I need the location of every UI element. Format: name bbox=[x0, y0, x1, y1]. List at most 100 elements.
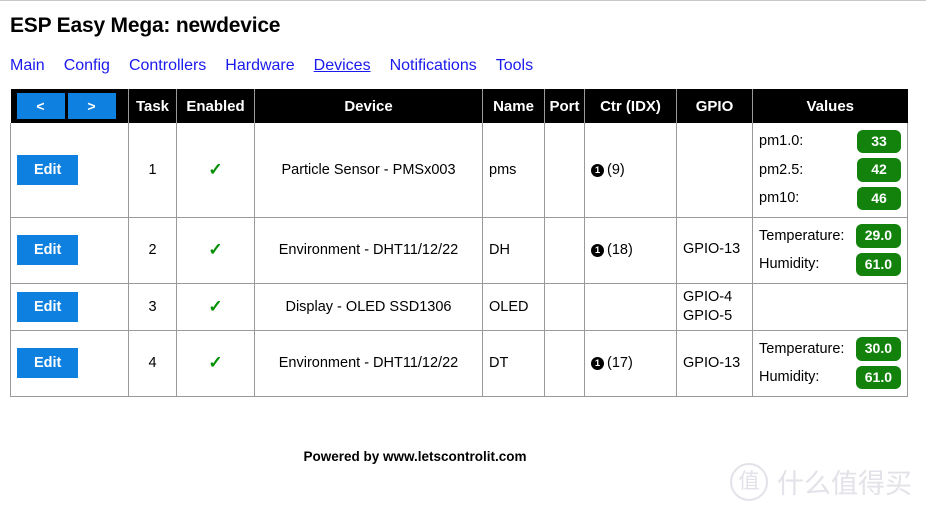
cell-values: Temperature: 30.0 Humidity: 61.0 bbox=[752, 330, 908, 397]
value-badge: 33 bbox=[857, 129, 901, 153]
cell-enabled: ✓ bbox=[176, 217, 255, 284]
table-row: Edit 3 ✓ Display - OLED SSD1306 OLED GPIO-4 GP… bbox=[10, 283, 908, 331]
edit-button[interactable]: Edit bbox=[17, 154, 79, 185]
cell-gpio: GPIO-4 GPIO-5 bbox=[676, 283, 753, 331]
cell-port bbox=[544, 123, 585, 218]
nav-link-hardware[interactable]: Hardware bbox=[225, 57, 294, 74]
nav-link-controllers[interactable]: Controllers bbox=[129, 57, 206, 74]
column-header-values: Values bbox=[752, 89, 908, 123]
column-header-gpio: GPIO bbox=[676, 89, 753, 123]
check-icon: ✓ bbox=[208, 353, 223, 373]
value-row: Temperature: 30.0 bbox=[759, 335, 901, 364]
cell-port bbox=[544, 283, 585, 331]
page-title: ESP Easy Mega: newdevice bbox=[10, 14, 281, 37]
value-badge: 42 bbox=[857, 158, 901, 182]
page-container: ESP Easy Mega: newdevice Main Config Contr… bbox=[0, 14, 926, 464]
table-row: Edit 4 ✓ Environment - DHT11/12/22 DT 1 (17) GP… bbox=[10, 330, 908, 397]
value-row: pm2.5: 42 bbox=[759, 156, 901, 185]
value-row: Temperature: 29.0 bbox=[759, 222, 901, 251]
controller-number-icon: 1 bbox=[591, 357, 604, 371]
column-header-ctr: Ctr (IDX) bbox=[584, 89, 677, 123]
nav-link-devices[interactable]: Devices bbox=[314, 57, 371, 74]
cell-name: OLED bbox=[482, 283, 545, 331]
cell-gpio: GPIO-13 bbox=[676, 330, 753, 397]
column-header-task: Task bbox=[128, 89, 177, 123]
column-header-name: Name bbox=[482, 89, 545, 123]
value-badge: 46 bbox=[857, 186, 901, 210]
watermark-label: 什么值得买 bbox=[777, 469, 912, 500]
value-badge: 29.0 bbox=[855, 224, 901, 248]
nav-link-main[interactable]: Main bbox=[10, 57, 45, 74]
value-badge: 61.0 bbox=[855, 365, 901, 390]
value-badge: 61.0 bbox=[855, 252, 901, 276]
cell-ctr: 1 (9) bbox=[584, 123, 677, 218]
controller-number-icon: 1 bbox=[591, 163, 604, 177]
cell-device: Environment - DHT11/12/22 bbox=[254, 330, 483, 397]
nav-link-config[interactable]: Config bbox=[64, 57, 110, 74]
cell-device: Environment - DHT11/12/22 bbox=[254, 217, 483, 284]
value-label: Humidity: bbox=[759, 256, 820, 272]
cell-edit: Edit bbox=[10, 217, 129, 284]
gpio-value: GPIO-5 bbox=[683, 307, 733, 324]
edit-button[interactable]: Edit bbox=[17, 291, 79, 322]
previous-page-button[interactable]: < bbox=[16, 93, 65, 119]
top-divider bbox=[0, 0, 926, 1]
column-header-enabled: Enabled bbox=[176, 89, 255, 123]
pager: < > bbox=[16, 93, 123, 119]
cell-name: DH bbox=[482, 217, 545, 284]
cell-edit: Edit bbox=[10, 330, 129, 397]
value-label: pm1.0: bbox=[759, 133, 804, 149]
cell-name: pms bbox=[482, 123, 545, 218]
value-label: Humidity: bbox=[759, 369, 820, 386]
cell-device: Particle Sensor - PMSx003 bbox=[254, 123, 483, 218]
column-header-device: Device bbox=[254, 89, 483, 123]
value-row: Humidity: 61.0 bbox=[759, 363, 901, 392]
devices-table-header: < > Task Enabled Device Name Port Ctr (I… bbox=[10, 89, 908, 123]
cell-device: Display - OLED SSD1306 bbox=[254, 283, 483, 331]
value-row: pm10: 46 bbox=[759, 184, 901, 213]
cell-ctr: 1 (17) bbox=[584, 330, 677, 397]
cell-task: 3 bbox=[128, 283, 177, 331]
header-row: < > Task Enabled Device Name Port Ctr (I… bbox=[10, 89, 908, 123]
cell-values: Temperature: 29.0 Humidity: 61.0 bbox=[752, 217, 908, 284]
edit-button[interactable]: Edit bbox=[17, 235, 79, 265]
cell-enabled: ✓ bbox=[176, 123, 255, 218]
controller-idx: (9) bbox=[607, 161, 625, 178]
table-row: Edit 2 ✓ Environment - DHT11/12/22 DH 1 (18) GP… bbox=[10, 217, 908, 284]
devices-table-body: Edit 1 ✓ Particle Sensor - PMSx003 pms 1 (9) pm… bbox=[10, 123, 908, 397]
cell-enabled: ✓ bbox=[176, 283, 255, 331]
gpio-value: GPIO-4 bbox=[683, 288, 733, 305]
value-badge: 30.0 bbox=[855, 337, 901, 361]
cell-port bbox=[544, 217, 585, 284]
watermark: 值 什么值得买 bbox=[730, 462, 912, 501]
value-row: pm1.0: 33 bbox=[759, 127, 901, 156]
watermark-logo-icon: 值 bbox=[730, 462, 768, 501]
check-icon: ✓ bbox=[208, 296, 223, 316]
cell-name: DT bbox=[482, 330, 545, 397]
value-label: Temperature: bbox=[759, 227, 845, 244]
cell-ctr: 1 (18) bbox=[584, 217, 677, 284]
nav-link-tools[interactable]: Tools bbox=[496, 57, 533, 74]
value-label: pm2.5: bbox=[759, 161, 804, 178]
controller-number-icon: 1 bbox=[591, 244, 604, 257]
cell-edit: Edit bbox=[10, 283, 129, 331]
main-navigation: Main Config Controllers Hardware Devices Noti… bbox=[10, 57, 916, 75]
controller-idx: (18) bbox=[607, 242, 633, 258]
cell-enabled: ✓ bbox=[176, 330, 255, 397]
cell-ctr bbox=[584, 283, 677, 331]
pager-header-cell: < > bbox=[10, 89, 129, 123]
cell-gpio bbox=[676, 123, 753, 218]
gpio-value: GPIO-13 bbox=[683, 241, 741, 258]
cell-values bbox=[752, 283, 908, 331]
nav-link-notifications[interactable]: Notifications bbox=[390, 57, 477, 74]
cell-task: 4 bbox=[128, 330, 177, 397]
controller-idx: (17) bbox=[607, 355, 633, 372]
check-icon: ✓ bbox=[208, 240, 223, 259]
edit-button[interactable]: Edit bbox=[17, 348, 79, 379]
check-icon: ✓ bbox=[208, 159, 223, 179]
cell-task: 2 bbox=[128, 217, 177, 284]
table-row: Edit 1 ✓ Particle Sensor - PMSx003 pms 1 (9) pm… bbox=[10, 123, 908, 218]
devices-table: < > Task Enabled Device Name Port Ctr (I… bbox=[10, 89, 908, 397]
next-page-button[interactable]: > bbox=[67, 93, 116, 119]
cell-task: 1 bbox=[128, 123, 177, 218]
